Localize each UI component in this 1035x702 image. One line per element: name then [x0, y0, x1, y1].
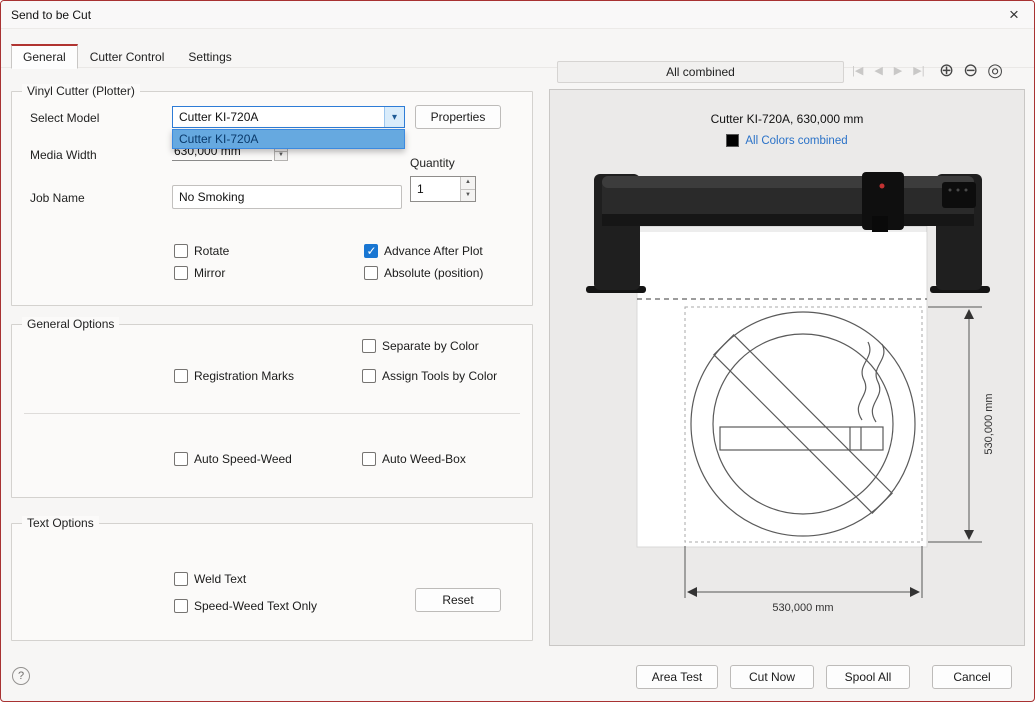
group-divider — [24, 413, 520, 414]
quantity-spin: ▲ ▼ — [460, 177, 475, 201]
separate-by-color-label: Separate by Color — [382, 339, 479, 353]
fit-view-icon[interactable]: ◎ — [987, 60, 1003, 81]
job-name-input[interactable]: No Smoking — [172, 185, 402, 209]
preview-nav: |◀ ◀ ▶ ▶| — [852, 64, 925, 77]
dim-arrow-right — [910, 587, 920, 597]
auto-speed-weed-label: Auto Speed-Weed — [194, 452, 292, 466]
general-options-group: General Options Separate by Color Regist… — [11, 324, 533, 498]
mirror-checkbox[interactable]: Mirror — [174, 266, 225, 280]
rotate-checkbox[interactable]: Rotate — [174, 244, 229, 258]
advance-after-plot-checkbox[interactable]: Advance After Plot — [364, 244, 483, 258]
preview-canvas: 530,000 mm 530,000 mm — [550, 90, 1026, 647]
close-icon[interactable]: × — [1000, 3, 1028, 27]
select-model-label: Select Model — [30, 111, 99, 125]
checkbox-box — [362, 369, 376, 383]
last-page-icon[interactable]: ▶| — [913, 64, 924, 77]
vinyl-cutter-group-title: Vinyl Cutter (Plotter) — [22, 84, 140, 98]
assign-tools-by-color-checkbox[interactable]: Assign Tools by Color — [362, 369, 497, 383]
quantity-stepper[interactable]: 1 ▲ ▼ — [410, 176, 476, 202]
speed-weed-text-only-checkbox[interactable]: Speed-Weed Text Only — [174, 599, 317, 613]
auto-weed-box-checkbox[interactable]: Auto Weed-Box — [362, 452, 466, 466]
spin-down-icon[interactable]: ▼ — [460, 189, 475, 201]
model-dropdown-list: Cutter KI-720A — [172, 129, 405, 149]
dim-arrow-down — [964, 530, 974, 540]
cancel-button[interactable]: Cancel — [932, 665, 1012, 689]
weld-text-checkbox[interactable]: Weld Text — [174, 572, 246, 586]
previous-page-icon[interactable]: ◀ — [874, 64, 882, 77]
absolute-position-label: Absolute (position) — [384, 266, 483, 280]
auto-speed-weed-checkbox[interactable]: Auto Speed-Weed — [174, 452, 292, 466]
media-sheet — [637, 226, 927, 547]
tab-cutter-control[interactable]: Cutter Control — [78, 45, 177, 68]
checkbox-box — [174, 599, 188, 613]
quantity-label: Quantity — [410, 156, 455, 170]
area-test-button[interactable]: Area Test — [636, 665, 718, 689]
speed-weed-text-only-label: Speed-Weed Text Only — [194, 599, 317, 613]
zoom-in-icon[interactable]: ⊕ — [939, 60, 954, 81]
checkbox-box — [174, 244, 188, 258]
zoom-out-icon[interactable]: ⊖ — [963, 60, 978, 81]
spin-up-icon[interactable]: ▲ — [460, 177, 475, 189]
spool-all-button[interactable]: Spool All — [826, 665, 910, 689]
spin-down-icon[interactable]: ▼ — [274, 152, 288, 161]
absolute-position-checkbox[interactable]: Absolute (position) — [364, 266, 483, 280]
checkbox-box — [364, 266, 378, 280]
first-page-icon[interactable]: |◀ — [852, 64, 863, 77]
tab-general[interactable]: General — [11, 44, 78, 69]
tab-settings[interactable]: Settings — [176, 45, 243, 68]
preview-zoom-controls: ⊕ ⊖ ◎ — [939, 60, 1003, 81]
height-dimension — [928, 307, 982, 542]
model-select[interactable]: Cutter KI-720A ▾ — [172, 106, 405, 128]
model-select-value: Cutter KI-720A — [173, 107, 384, 127]
checkbox-box — [174, 369, 188, 383]
title-bar: Send to be Cut × — [1, 1, 1034, 29]
properties-button[interactable]: Properties — [415, 105, 501, 129]
checkbox-box — [174, 266, 188, 280]
mirror-label: Mirror — [194, 266, 225, 280]
all-combined-button[interactable]: All combined — [557, 61, 844, 83]
registration-marks-checkbox[interactable]: Registration Marks — [174, 369, 294, 383]
width-dim-label: 530,000 mm — [772, 602, 833, 614]
dim-arrow-up — [964, 309, 974, 319]
height-dim-label: 530,000 mm — [983, 393, 995, 454]
media-width-label: Media Width — [30, 148, 97, 162]
help-icon[interactable]: ? — [12, 667, 30, 685]
quantity-value: 1 — [411, 177, 460, 201]
reset-button[interactable]: Reset — [415, 588, 501, 612]
weld-text-label: Weld Text — [194, 572, 246, 586]
text-options-group: Text Options Weld Text Speed-Weed Text O… — [11, 523, 533, 641]
registration-marks-label: Registration Marks — [194, 369, 294, 383]
auto-weed-box-label: Auto Weed-Box — [382, 452, 466, 466]
advance-after-plot-label: Advance After Plot — [384, 244, 483, 258]
model-dropdown-item[interactable]: Cutter KI-720A — [173, 130, 404, 148]
cut-now-button[interactable]: Cut Now — [730, 665, 814, 689]
checkbox-box — [174, 452, 188, 466]
tab-strip: General Cutter Control Settings — [11, 44, 244, 68]
width-dimension — [685, 546, 922, 598]
next-page-icon[interactable]: ▶ — [894, 64, 902, 77]
general-options-group-title: General Options — [22, 317, 119, 331]
window-title: Send to be Cut — [11, 8, 91, 22]
text-options-group-title: Text Options — [22, 516, 99, 530]
chevron-down-icon[interactable]: ▾ — [384, 107, 404, 127]
checkbox-box — [362, 339, 376, 353]
checkbox-box — [364, 244, 378, 258]
dim-arrow-left — [687, 587, 697, 597]
send-to-be-cut-dialog: Send to be Cut × General Cutter Control … — [0, 0, 1035, 702]
assign-tools-by-color-label: Assign Tools by Color — [382, 369, 497, 383]
checkbox-box — [174, 572, 188, 586]
cut-preview-panel: Cutter KI-720A, 630,000 mm All Colors co… — [549, 89, 1025, 646]
rotate-label: Rotate — [194, 244, 229, 258]
separate-by-color-checkbox[interactable]: Separate by Color — [362, 339, 479, 353]
job-name-label: Job Name — [30, 191, 85, 205]
vinyl-cutter-group: Vinyl Cutter (Plotter) Select Model Cutt… — [11, 91, 533, 306]
checkbox-box — [362, 452, 376, 466]
